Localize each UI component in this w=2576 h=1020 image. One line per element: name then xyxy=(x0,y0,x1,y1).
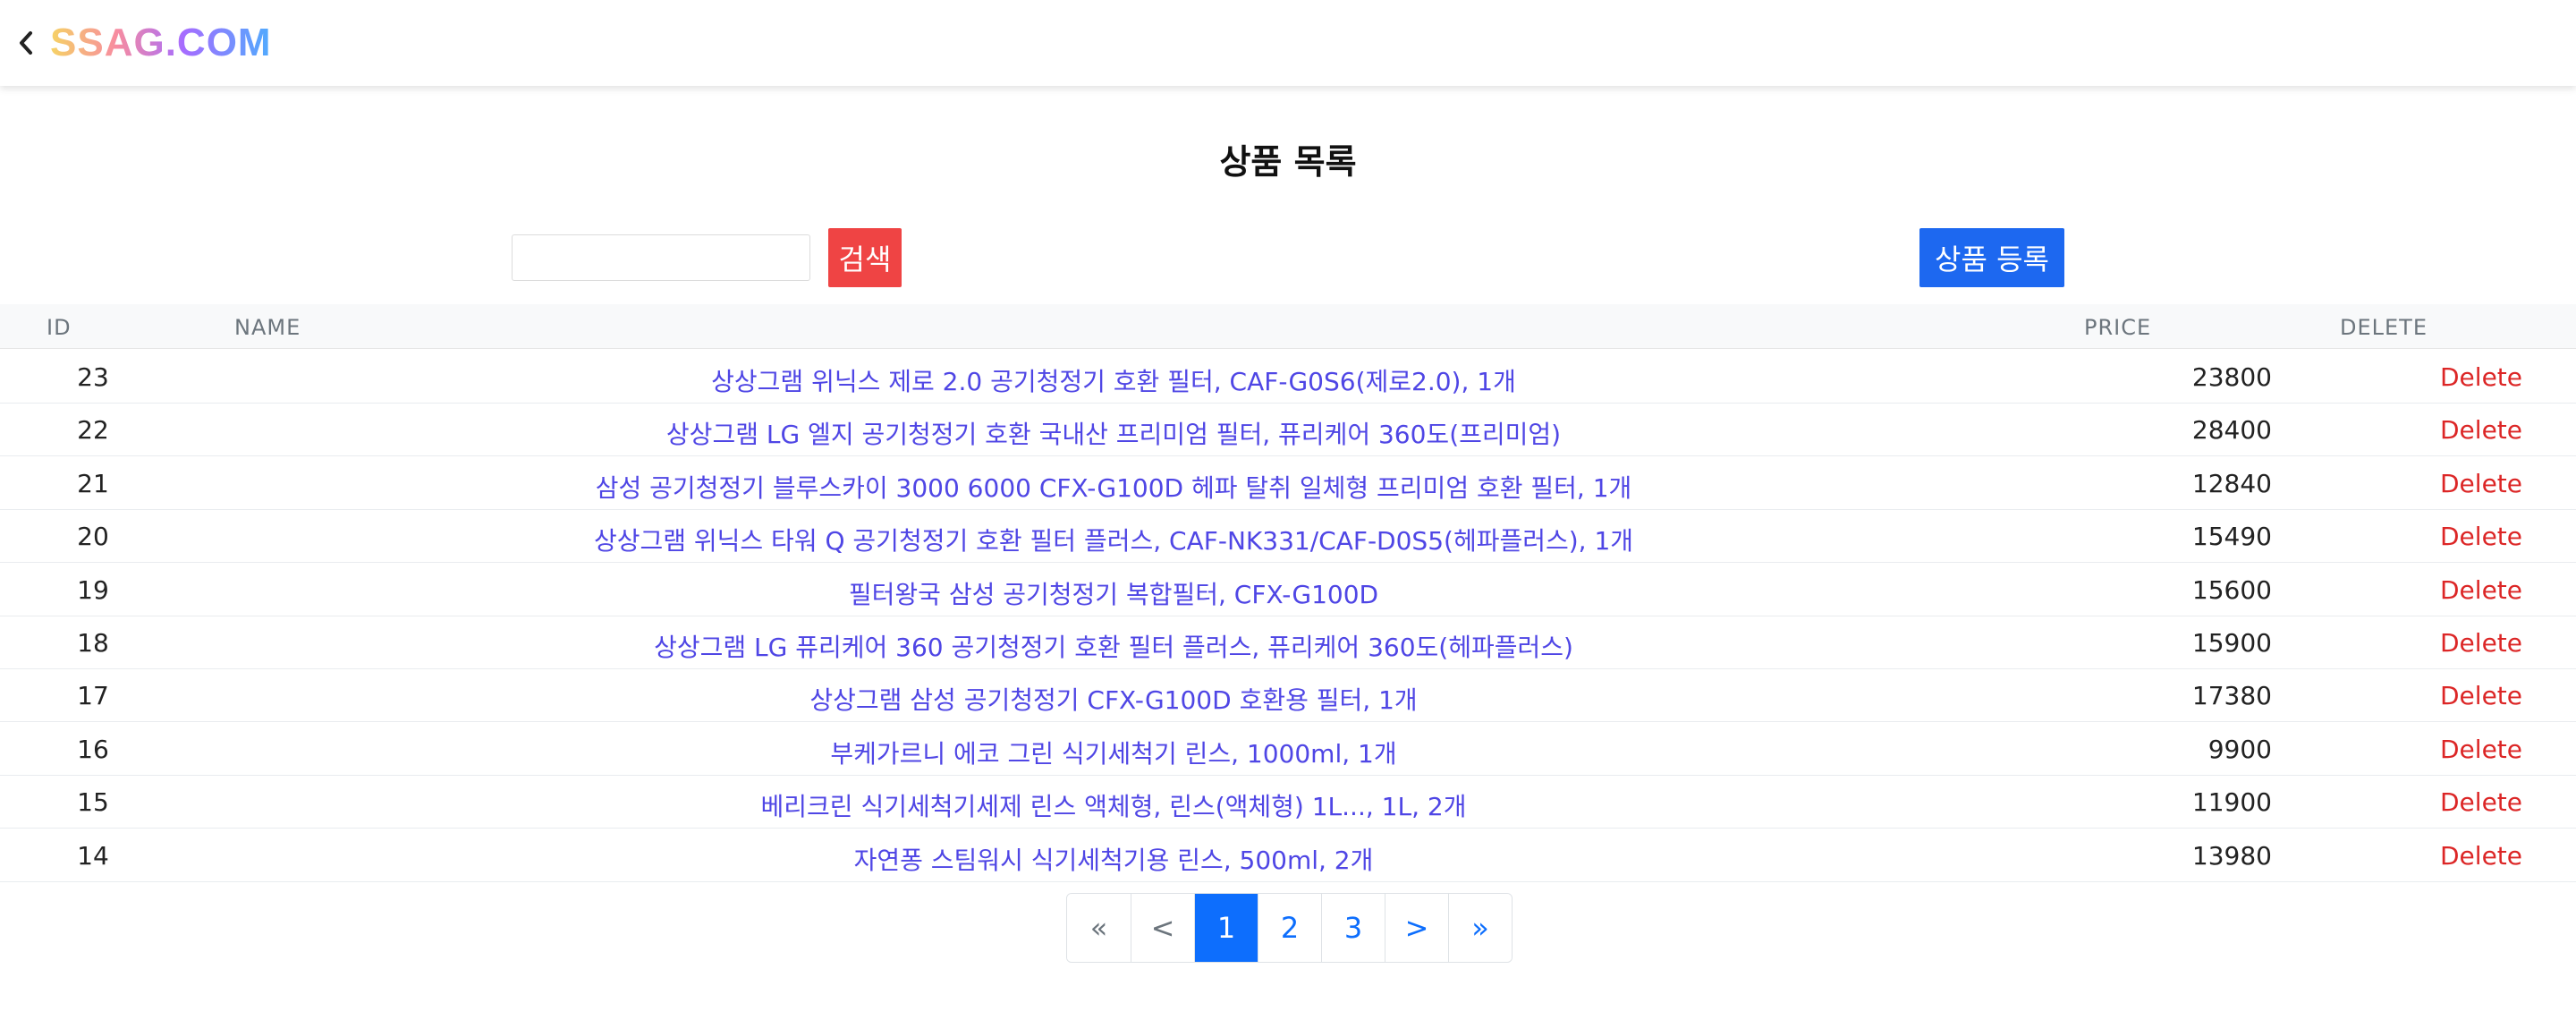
product-name-link[interactable]: 자연퐁 스팀워시 식기세척기용 린스, 500ml, 2개 xyxy=(215,841,2012,877)
back-button[interactable] xyxy=(13,25,39,61)
product-name-link[interactable]: 상상그램 LG 엘지 공기청정기 호환 국내산 프리미엄 필터, 퓨리케어 36… xyxy=(215,415,2012,451)
top-nav-bar: SSAG.COM xyxy=(0,0,2576,86)
delete-link[interactable]: Delete xyxy=(2343,735,2522,764)
row-id: 16 xyxy=(77,734,109,764)
page-next-button[interactable]: > xyxy=(1385,894,1448,962)
page-title: 상품 목록 xyxy=(1219,142,1357,182)
page-3-button[interactable]: 3 xyxy=(1321,894,1385,962)
row-price: 13980 xyxy=(2191,840,2272,871)
row-price: 17380 xyxy=(2191,681,2272,711)
row-id: 20 xyxy=(77,522,109,552)
column-header-name: NAME xyxy=(234,315,301,340)
delete-link[interactable]: Delete xyxy=(2343,469,2522,498)
delete-link[interactable]: Delete xyxy=(2343,681,2522,710)
table-header: ID NAME PRICE DELETE xyxy=(0,304,2576,349)
table-row: 21 삼성 공기청정기 블루스카이 3000 6000 CFX-G100D 헤파 … xyxy=(0,457,2576,510)
row-price: 11900 xyxy=(2191,787,2272,818)
row-price: 12840 xyxy=(2191,468,2272,498)
row-price: 15600 xyxy=(2191,574,2272,605)
page-prev-button[interactable]: < xyxy=(1131,894,1194,962)
delete-link[interactable]: Delete xyxy=(2343,415,2522,445)
table-row: 16 부케가르니 에코 그린 식기세척기 린스, 1000ml, 1개 9900 De… xyxy=(0,723,2576,776)
column-header-id: ID xyxy=(47,315,72,340)
row-price: 15490 xyxy=(2191,522,2272,552)
table-row: 17 상상그램 삼성 공기청정기 CFX-G100D 호환용 필터, 1개 1738… xyxy=(0,669,2576,723)
product-name-link[interactable]: 부케가르니 에코 그린 식기세척기 린스, 1000ml, 1개 xyxy=(215,735,2012,770)
row-price: 9900 xyxy=(2207,734,2272,764)
row-id: 18 xyxy=(77,628,109,658)
row-price: 15900 xyxy=(2191,628,2272,658)
row-price: 28400 xyxy=(2191,415,2272,446)
product-name-link[interactable]: 상상그램 위닉스 타워 Q 공기청정기 호환 필터 플러스, CAF-NK331… xyxy=(215,522,2012,557)
pagination: « < 1 2 3 > » xyxy=(1066,893,1513,963)
site-logo[interactable]: SSAG.COM xyxy=(50,21,272,65)
row-id: 17 xyxy=(77,681,109,711)
page-last-button[interactable]: » xyxy=(1448,894,1512,962)
column-header-price: PRICE xyxy=(2084,315,2152,340)
delete-link[interactable]: Delete xyxy=(2343,628,2522,658)
product-name-link[interactable]: 삼성 공기청정기 블루스카이 3000 6000 CFX-G100D 헤파 탈취… xyxy=(215,469,2012,505)
delete-link[interactable]: Delete xyxy=(2343,787,2522,817)
table-row: 18 상상그램 LG 퓨리케어 360 공기청정기 호환 필터 플러스, 퓨리케어… xyxy=(0,616,2576,669)
delete-link[interactable]: Delete xyxy=(2343,522,2522,551)
row-id: 14 xyxy=(77,840,109,871)
row-id: 21 xyxy=(77,468,109,498)
row-id: 19 xyxy=(77,574,109,605)
product-name-link[interactable]: 필터왕국 삼성 공기청정기 복합필터, CFX-G100D xyxy=(215,575,2012,611)
chevron-left-icon xyxy=(20,31,32,55)
delete-link[interactable]: Delete xyxy=(2343,362,2522,392)
search-input[interactable] xyxy=(512,234,810,281)
row-price: 23800 xyxy=(2191,362,2272,392)
page-1-button[interactable]: 1 xyxy=(1194,894,1258,962)
table-row: 23 상상그램 위닉스 제로 2.0 공기청정기 호환 필터, CAF-G0S6(… xyxy=(0,351,2576,404)
table-row: 19 필터왕국 삼성 공기청정기 복합필터, CFX-G100D 15600 Dele… xyxy=(0,564,2576,616)
table-row: 14 자연퐁 스팀워시 식기세척기용 린스, 500ml, 2개 13980 Dele… xyxy=(0,829,2576,882)
delete-link[interactable]: Delete xyxy=(2343,841,2522,871)
row-id: 15 xyxy=(77,787,109,818)
register-product-button[interactable]: 상품 등록 xyxy=(1919,228,2064,287)
column-header-delete: DELETE xyxy=(2340,315,2428,340)
search-button[interactable]: 검색 xyxy=(828,228,902,287)
product-name-link[interactable]: 상상그램 삼성 공기청정기 CFX-G100D 호환용 필터, 1개 xyxy=(215,681,2012,717)
row-id: 22 xyxy=(77,415,109,446)
page-first-button[interactable]: « xyxy=(1067,894,1131,962)
product-name-link[interactable]: 상상그램 위닉스 제로 2.0 공기청정기 호환 필터, CAF-G0S6(제로… xyxy=(215,362,2012,398)
page-2-button[interactable]: 2 xyxy=(1258,894,1321,962)
table-row: 15 베리크린 식기세척기세제 린스 액체형, 린스(액체형) 1L..., 1L… xyxy=(0,776,2576,829)
product-name-link[interactable]: 베리크린 식기세척기세제 린스 액체형, 린스(액체형) 1L..., 1L, … xyxy=(215,787,2012,823)
product-name-link[interactable]: 상상그램 LG 퓨리케어 360 공기청정기 호환 필터 플러스, 퓨리케어 3… xyxy=(215,628,2012,664)
delete-link[interactable]: Delete xyxy=(2343,575,2522,605)
table-row: 22 상상그램 LG 엘지 공기청정기 호환 국내산 프리미엄 필터, 퓨리케어 … xyxy=(0,404,2576,457)
table-row: 20 상상그램 위닉스 타워 Q 공기청정기 호환 필터 플러스, CAF-NK3… xyxy=(0,510,2576,564)
row-id: 23 xyxy=(77,362,109,392)
